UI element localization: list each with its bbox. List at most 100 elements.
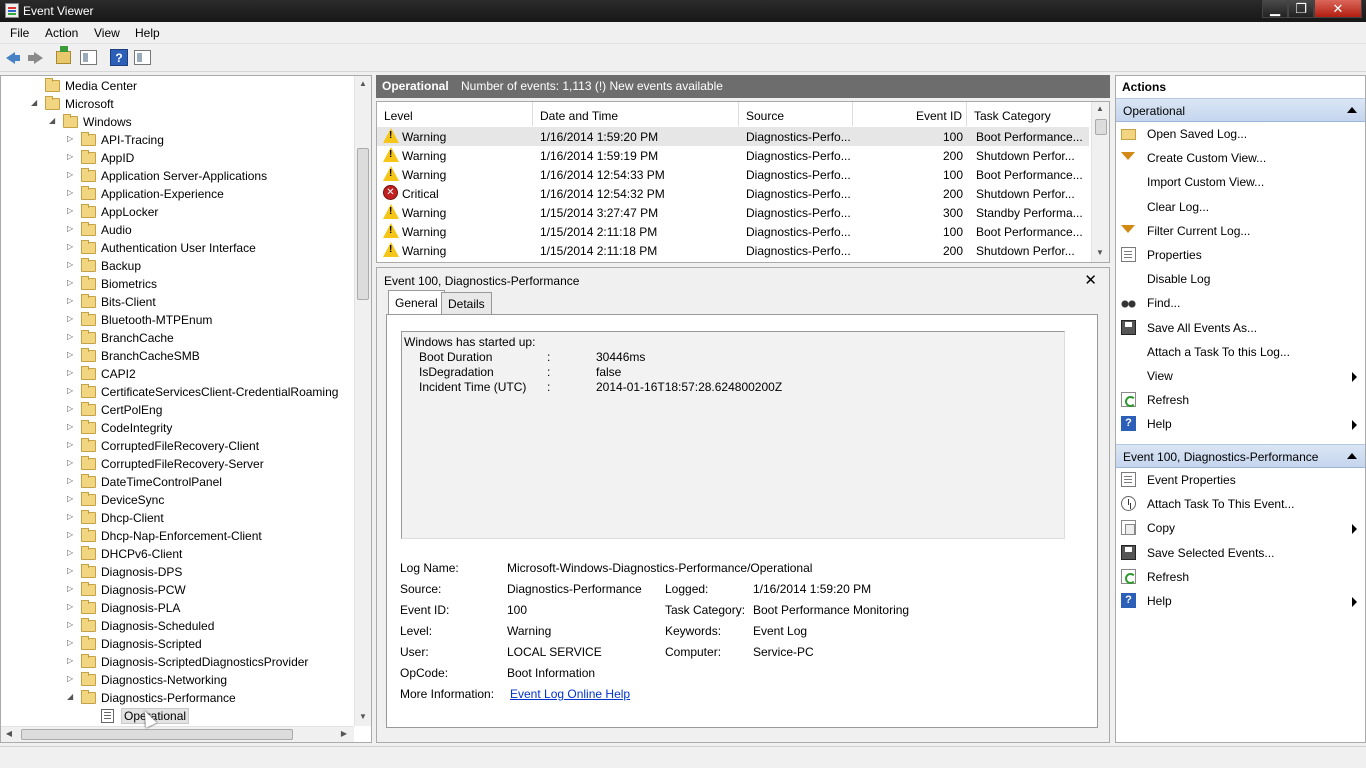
menu-action[interactable]: Action xyxy=(45,26,78,40)
action-item[interactable]: Clear Log... xyxy=(1116,195,1365,219)
column-event-id[interactable]: Event ID xyxy=(853,102,967,126)
show-hide-action-pane-icon[interactable] xyxy=(134,50,151,65)
action-item[interactable]: ? Help xyxy=(1116,412,1365,436)
tree-expand-icon[interactable]: ▷ xyxy=(67,170,75,179)
event-log-online-help-link[interactable]: Event Log Online Help xyxy=(510,687,630,701)
forward-arrow-icon[interactable] xyxy=(26,49,44,66)
tree-scroll-thumb[interactable] xyxy=(357,148,369,300)
tree-expand-icon[interactable]: ▷ xyxy=(67,404,75,413)
events-scroll-thumb[interactable] xyxy=(1095,119,1107,135)
back-arrow-icon[interactable] xyxy=(4,49,22,66)
tree-expand-icon[interactable]: ▷ xyxy=(67,278,75,287)
tree-vertical-scrollbar[interactable]: ▲ ▼ xyxy=(354,76,371,726)
column-level[interactable]: Level xyxy=(377,102,533,126)
tree-expand-icon[interactable]: ▷ xyxy=(67,476,75,485)
menu-view[interactable]: View xyxy=(94,26,120,40)
tree-expand-icon[interactable]: ▷ xyxy=(67,620,75,629)
tree-expand-icon[interactable]: ▷ xyxy=(67,350,75,359)
tree-expand-icon[interactable]: ▷ xyxy=(67,638,75,647)
minimize-button[interactable]: ▁ xyxy=(1262,0,1288,18)
event-description-box[interactable]: Windows has started up: Boot Duration : … xyxy=(401,331,1065,539)
tree-expand-icon[interactable]: ▷ xyxy=(67,422,75,431)
tree-hscroll-thumb[interactable] xyxy=(21,729,293,740)
action-item[interactable]: Copy xyxy=(1116,516,1365,540)
tree-expand-icon[interactable]: ▷ xyxy=(67,152,75,161)
action-item[interactable]: Properties xyxy=(1116,243,1365,267)
tree-expand-icon[interactable]: ▷ xyxy=(67,224,75,233)
action-item[interactable]: Save Selected Events... xyxy=(1116,541,1365,565)
action-item[interactable]: Refresh xyxy=(1116,388,1365,412)
help-icon[interactable]: ? xyxy=(110,49,128,66)
event-row[interactable]: Warning 1/15/2014 3:27:47 PM Diagnostics-P… xyxy=(377,203,1089,222)
tree-collapse-icon[interactable]: ◢ xyxy=(67,692,75,701)
column-date-time[interactable]: Date and Time xyxy=(533,102,739,126)
detail-close-icon[interactable]: ✕ xyxy=(1084,271,1097,289)
event-row[interactable]: ✕ Critical 1/16/2014 12:54:32 PM Diagnostic… xyxy=(377,184,1089,203)
tree-expand-icon[interactable]: ▷ xyxy=(67,314,75,323)
tree-expand-icon[interactable]: ▷ xyxy=(67,584,75,593)
scroll-down-arrow-icon[interactable]: ▼ xyxy=(355,712,371,721)
scroll-up-arrow-icon[interactable]: ▲ xyxy=(355,79,371,88)
scroll-down-arrow-icon[interactable]: ▼ xyxy=(1092,248,1108,257)
up-folder-icon[interactable] xyxy=(56,46,71,64)
column-source[interactable]: Source xyxy=(739,102,853,126)
collapse-section-icon[interactable] xyxy=(1347,453,1357,459)
event-row[interactable]: Warning 1/15/2014 2:11:18 PM Diagnostics-P… xyxy=(377,241,1089,260)
close-button[interactable]: ✕ xyxy=(1314,0,1362,18)
tree-horizontal-scrollbar[interactable]: ◀ ▶ xyxy=(1,726,354,742)
action-item[interactable]: Event Properties xyxy=(1116,468,1365,492)
tree-expand-icon[interactable]: ▷ xyxy=(67,566,75,575)
actions-section-header[interactable]: Operational xyxy=(1116,98,1365,122)
console-tree[interactable]: Media Center ◢ Microsoft ◢ Windows ▷ API-Traci… xyxy=(0,75,372,743)
action-item[interactable]: Open Saved Log... xyxy=(1116,122,1365,146)
tree-expand-icon[interactable]: ▷ xyxy=(67,206,75,215)
action-item[interactable]: Disable Log xyxy=(1116,267,1365,291)
scroll-up-arrow-icon[interactable]: ▲ xyxy=(1092,104,1108,113)
action-item[interactable]: View xyxy=(1116,364,1365,388)
tree-collapse-icon[interactable]: ◢ xyxy=(49,116,57,125)
events-scrollbar[interactable]: ▲ ▼ xyxy=(1091,102,1109,262)
action-item[interactable]: Attach Task To This Event... xyxy=(1116,492,1365,516)
event-row[interactable]: Warning 1/16/2014 1:59:20 PM Diagnostics-P… xyxy=(377,127,1089,146)
collapse-section-icon[interactable] xyxy=(1347,107,1357,113)
action-item[interactable]: Create Custom View... xyxy=(1116,146,1365,170)
actions-section-header[interactable]: Event 100, Diagnostics-Performance xyxy=(1116,444,1365,468)
tree-expand-icon[interactable]: ▷ xyxy=(67,368,75,377)
action-item[interactable]: Filter Current Log... xyxy=(1116,219,1365,243)
event-row[interactable]: Warning 1/16/2014 1:59:19 PM Diagnostics-P… xyxy=(377,146,1089,165)
tree-expand-icon[interactable]: ▷ xyxy=(67,602,75,611)
action-item[interactable]: Import Custom View... xyxy=(1116,170,1365,194)
tree-expand-icon[interactable]: ▷ xyxy=(67,530,75,539)
tree-expand-icon[interactable]: ▷ xyxy=(67,386,75,395)
tree-expand-icon[interactable]: ▷ xyxy=(67,296,75,305)
tree-expand-icon[interactable]: ▷ xyxy=(67,458,75,467)
scroll-left-arrow-icon[interactable]: ◀ xyxy=(1,729,17,738)
tree-expand-icon[interactable]: ▷ xyxy=(67,440,75,449)
event-row[interactable]: Warning 1/16/2014 12:54:33 PM Diagnostics-… xyxy=(377,165,1089,184)
scroll-right-arrow-icon[interactable]: ▶ xyxy=(336,729,352,738)
action-item[interactable]: Attach a Task To this Log... xyxy=(1116,340,1365,364)
tree-expand-icon[interactable]: ▷ xyxy=(67,242,75,251)
tab-general[interactable]: General xyxy=(388,290,445,315)
tree-expand-icon[interactable]: ▷ xyxy=(67,494,75,503)
show-hide-console-tree-icon[interactable] xyxy=(80,50,97,65)
tree-expand-icon[interactable]: ▷ xyxy=(67,260,75,269)
tree-expand-icon[interactable]: ▷ xyxy=(67,512,75,521)
action-item[interactable]: Find... xyxy=(1116,291,1365,315)
tab-details[interactable]: Details xyxy=(441,292,492,314)
tree-expand-icon[interactable]: ▷ xyxy=(67,188,75,197)
tree-expand-icon[interactable]: ▷ xyxy=(67,134,75,143)
action-item[interactable]: ? Help xyxy=(1116,589,1365,613)
maximize-button[interactable]: ❐ xyxy=(1288,0,1314,18)
events-grid[interactable]: Level Date and Time Source Event ID Task… xyxy=(376,101,1110,263)
menu-file[interactable]: File xyxy=(10,26,29,40)
column-task-category[interactable]: Task Category xyxy=(967,102,1089,126)
tree-expand-icon[interactable]: ▷ xyxy=(67,548,75,557)
menu-help[interactable]: Help xyxy=(135,26,160,40)
action-item[interactable]: Refresh xyxy=(1116,565,1365,589)
tree-expand-icon[interactable]: ▷ xyxy=(67,656,75,665)
tree-collapse-icon[interactable]: ◢ xyxy=(31,98,39,107)
event-row[interactable]: Warning 1/15/2014 2:11:18 PM Diagnostics-P… xyxy=(377,222,1089,241)
action-item[interactable]: Save All Events As... xyxy=(1116,316,1365,340)
tree-expand-icon[interactable]: ▷ xyxy=(67,332,75,341)
